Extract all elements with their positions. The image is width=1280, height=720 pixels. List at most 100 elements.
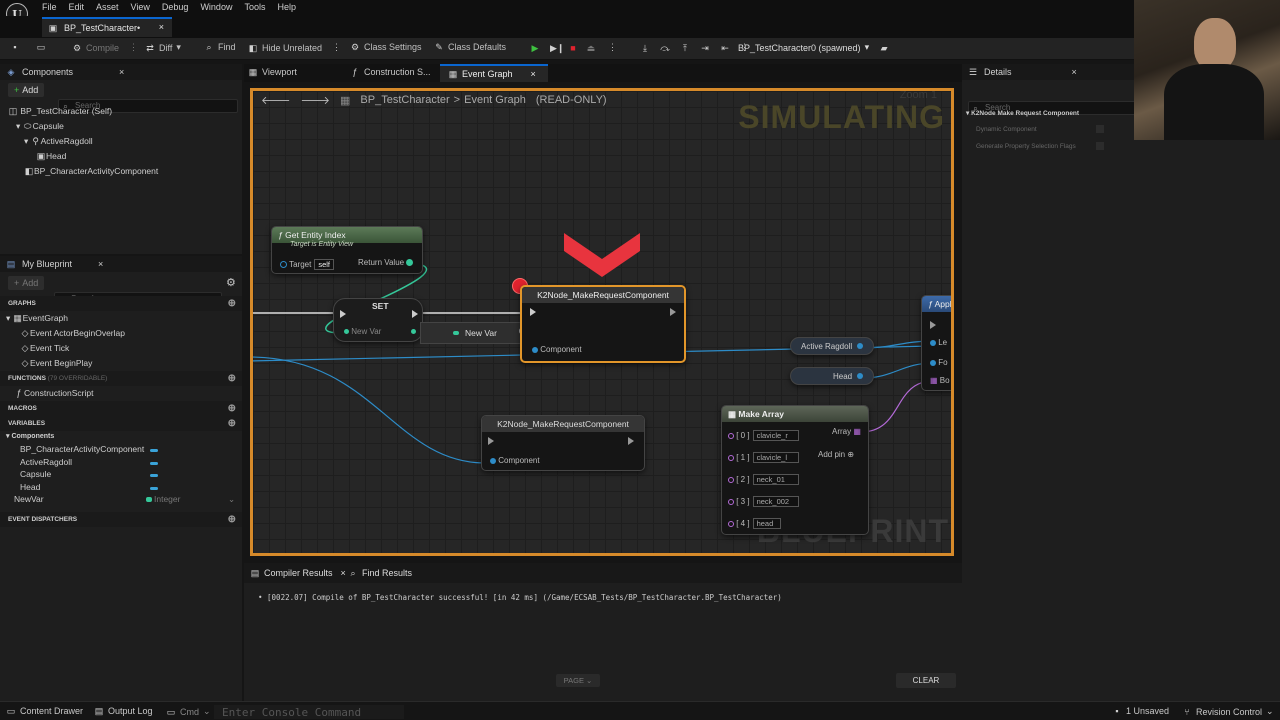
event-dispatchers-section[interactable]: EVENT DISPATCHERS ⊕	[0, 512, 242, 527]
graph-item-beginoverlap[interactable]: ◇ Event ActorBeginOverlap	[0, 326, 242, 341]
pin-exec-in[interactable]	[488, 436, 494, 445]
pin-return-value[interactable]: Return Value	[358, 258, 414, 267]
diff-button[interactable]: ⇄ Diff ▾	[145, 42, 181, 53]
menu-debug[interactable]: Debug	[162, 2, 189, 12]
pin-array-out[interactable]: Array ▦	[832, 427, 861, 436]
array-item-3[interactable]: [ 3 ] neck_002	[728, 496, 799, 507]
variable-item-capsule[interactable]: Capsule	[0, 468, 242, 481]
array-item-4[interactable]: [ 4 ] head	[728, 518, 781, 529]
compile-button[interactable]: ⚙ Compile ⋮	[72, 42, 138, 53]
node-make-request-component[interactable]: K2Node_MakeRequestComponent Component	[481, 415, 645, 471]
variables-section[interactable]: VARIABLES ⊕	[0, 416, 242, 431]
stop-icon[interactable]: ■	[568, 43, 578, 53]
step-icon[interactable]: ▶❙	[550, 43, 564, 53]
eject-icon[interactable]: ⏏	[586, 43, 596, 53]
settings-gear-icon[interactable]: ⚙	[226, 276, 236, 289]
add-pin-button[interactable]: Add pin ⊕	[818, 450, 854, 459]
add-component-button[interactable]: + Add	[8, 83, 45, 97]
pin-new-var-out[interactable]	[411, 327, 416, 336]
node-get-entity-index[interactable]: ƒ Get Entity Index Target is Entity View…	[271, 226, 423, 274]
content-drawer-button[interactable]: ▭ Content Drawer	[6, 706, 83, 716]
graph-item-tick[interactable]: ◇ Event Tick	[0, 341, 242, 356]
pin-component[interactable]: Component	[532, 345, 582, 354]
array-value-field[interactable]: head	[752, 518, 781, 529]
array-value-field[interactable]: clavicle_r	[752, 430, 799, 441]
step-out-icon[interactable]: ⤒	[680, 43, 690, 53]
tab-compiler-results[interactable]: ▤ Compiler Results ×	[250, 568, 346, 578]
menu-view[interactable]: View	[131, 2, 150, 12]
menu-help[interactable]: Help	[277, 2, 296, 12]
debug-object-select[interactable]: BP_TestCharacter0 (spawned) ▾ ▰	[738, 42, 889, 53]
pin-le[interactable]: Le	[930, 338, 947, 347]
node-make-request-component-active[interactable]: K2Node_MakeRequestComponent Component	[520, 285, 686, 363]
folder-icon[interactable]: ▰	[879, 43, 889, 53]
clear-button[interactable]: CLEAR	[896, 673, 956, 688]
menu-edit[interactable]: Edit	[69, 2, 85, 12]
pin-exec-in[interactable]	[530, 307, 536, 316]
array-value-field[interactable]: neck_002	[752, 496, 799, 507]
variable-item-activeragdoll[interactable]: ActiveRagdoll	[0, 456, 242, 469]
variable-item-newvar[interactable]: NewVar Integer ⌄	[0, 493, 242, 506]
variable-item-head[interactable]: Head	[0, 481, 242, 494]
add-member-button[interactable]: + Add	[8, 276, 45, 290]
node-head[interactable]: Head	[790, 367, 874, 385]
add-dispatcher-icon[interactable]: ⊕	[228, 512, 236, 527]
add-macro-icon[interactable]: ⊕	[228, 401, 236, 416]
tree-item-capsule[interactable]: ▾ ⬭Capsule	[8, 119, 238, 134]
close-panel-icon[interactable]: ×	[1072, 67, 1077, 77]
node-set[interactable]: SET New Var	[333, 298, 423, 342]
add-graph-icon[interactable]: ⊕	[228, 296, 236, 311]
step-into-icon[interactable]: ⤓	[640, 43, 650, 53]
menu-asset[interactable]: Asset	[96, 2, 119, 12]
generate-flags-checkbox[interactable]	[1096, 142, 1104, 150]
pin-bo[interactable]: ▦ Bo	[930, 376, 950, 385]
variable-item-activity-component[interactable]: BP_CharacterActivityComponent	[0, 443, 242, 456]
tab-viewport[interactable]: ▦ Viewport	[248, 67, 297, 77]
tree-item-self[interactable]: ◫ BP_TestCharacter (Self)	[8, 104, 238, 119]
tree-item-activity-component[interactable]: ◧BP_CharacterActivityComponent	[8, 164, 238, 179]
unsaved-button[interactable]: ▪ 1 Unsaved	[1112, 706, 1169, 716]
pin-exec-in[interactable]	[930, 320, 936, 329]
graph-item-beginplay[interactable]: ◇ Event BeginPlay	[0, 356, 242, 371]
console-input[interactable]: Enter Console Command	[214, 705, 404, 719]
page-select[interactable]: PAGE ⌄	[556, 674, 600, 687]
details-section-header[interactable]: ▾ K2Node Make Request Component	[966, 109, 1079, 117]
array-item-0[interactable]: [ 0 ] clavicle_r	[728, 430, 799, 441]
tab-event-graph[interactable]: ▦ Event Graph ×	[440, 64, 548, 82]
browse-button[interactable]: ▭	[36, 42, 46, 52]
pin-target[interactable]: Target self	[280, 259, 334, 270]
menu-file[interactable]: File	[42, 2, 57, 12]
save-button[interactable]: ▪	[10, 42, 20, 52]
close-panel-icon[interactable]: ×	[119, 67, 124, 77]
class-settings-button[interactable]: ⚙ Class Settings	[350, 42, 422, 52]
graphs-section[interactable]: GRAPHS ⊕	[0, 296, 242, 311]
add-variable-icon[interactable]: ⊕	[228, 416, 236, 431]
find-button[interactable]: ⌕ Find	[204, 42, 235, 52]
step-forward-icon[interactable]: ⇥	[700, 43, 710, 53]
event-graph-canvas[interactable]: 🡐 🡒 ▦ BP_TestCharacter > Event Graph (RE…	[250, 88, 954, 556]
pin-new-var-in[interactable]: New Var	[344, 327, 381, 336]
function-item-constructionscript[interactable]: ƒ ConstructionScript	[0, 386, 242, 401]
variable-category-components[interactable]: ▾ Components	[0, 431, 242, 443]
node-make-array[interactable]: ▦ Make Array Array ▦ [ 0 ] clavicle_r [ 1…	[721, 405, 869, 535]
node-apply[interactable]: ƒ Appl Le Fo ▦ Bo	[921, 295, 951, 391]
menu-tools[interactable]: Tools	[244, 2, 265, 12]
array-value-field[interactable]: neck_01	[752, 474, 799, 485]
array-value-field[interactable]: clavicle_l	[752, 452, 799, 463]
close-tab-icon[interactable]: ×	[531, 69, 536, 79]
pin-exec-out[interactable]	[628, 436, 634, 445]
class-defaults-button[interactable]: ✎ Class Defaults	[434, 42, 506, 52]
chevron-down-icon[interactable]: ⌄	[228, 493, 235, 506]
pin-exec-out[interactable]	[412, 309, 418, 318]
menu-window[interactable]: Window	[200, 2, 232, 12]
tab-construction-script[interactable]: ƒ Construction S...	[350, 67, 430, 77]
pin-fo[interactable]: Fo	[930, 358, 948, 367]
tab-find-results[interactable]: ⌕ Find Results	[348, 568, 412, 578]
close-tab-icon[interactable]: ×	[159, 22, 164, 32]
macros-section[interactable]: MACROS ⊕	[0, 401, 242, 416]
array-item-1[interactable]: [ 1 ] clavicle_l	[728, 452, 799, 463]
revision-control-button[interactable]: ⑂ Revision Control ⌄	[1182, 706, 1273, 717]
graph-item-eventgraph[interactable]: ▾ ▦EventGraph	[0, 311, 242, 326]
step-over-icon[interactable]: ⤼	[660, 43, 670, 53]
dynamic-component-checkbox[interactable]	[1096, 125, 1104, 133]
